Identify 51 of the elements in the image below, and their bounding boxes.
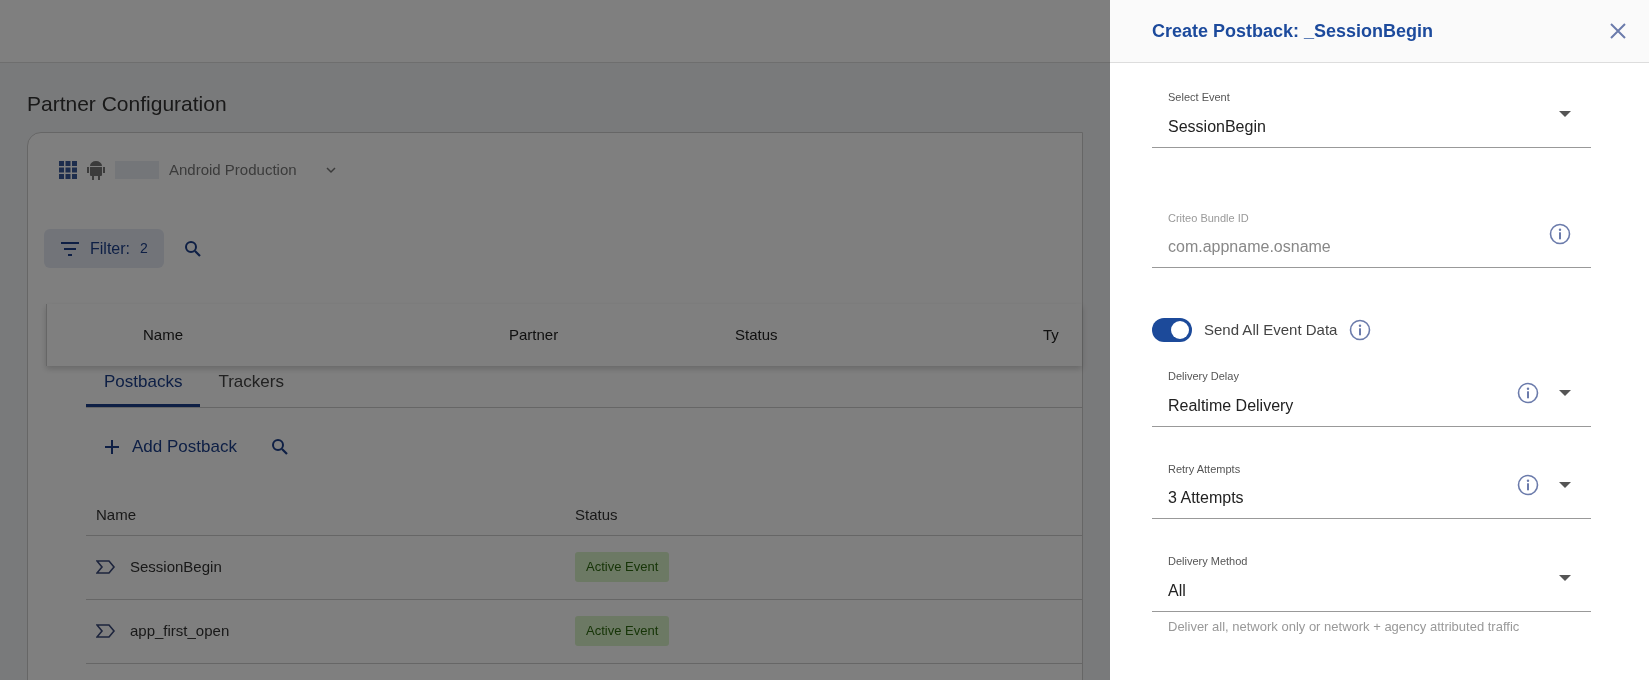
column-header: Ty	[1043, 324, 1059, 345]
info-icon[interactable]	[1549, 223, 1571, 246]
field-label: Retry Attempts	[1168, 461, 1242, 477]
column-header: Partner	[509, 324, 560, 345]
filter-icon	[60, 241, 80, 256]
info-icon[interactable]	[1517, 381, 1539, 404]
chevron-tag-icon	[96, 624, 116, 638]
field-label: Select Event	[1168, 90, 1231, 105]
search-icon[interactable]	[270, 437, 289, 456]
grid-icon[interactable]	[59, 160, 77, 179]
info-icon[interactable]	[1349, 319, 1372, 341]
toggle-switch[interactable]	[1152, 318, 1192, 342]
search-icon[interactable]	[183, 239, 202, 258]
input-field[interactable]: com.appname.osname	[1168, 235, 1549, 259]
toggle-label: Send All Event Data	[1204, 319, 1338, 340]
caret-icon	[1559, 389, 1571, 396]
page-title: Partner Configuration	[27, 91, 228, 117]
table-cell-text: SessionBegin	[130, 556, 222, 577]
field-value: All	[1168, 580, 1187, 601]
caret-icon	[1559, 110, 1571, 117]
android-icon	[87, 159, 105, 180]
tab[interactable]: Postbacks	[86, 368, 201, 407]
tab[interactable]: Trackers	[200, 368, 302, 407]
field-value: Realtime Delivery	[1168, 395, 1295, 416]
info-icon[interactable]	[1517, 474, 1539, 497]
column-header: Status	[575, 504, 618, 525]
field-label: Delivery Delay	[1168, 369, 1240, 384]
field-value: 3 Attempts	[1168, 488, 1245, 508]
caret-icon	[1559, 482, 1571, 489]
column-header: Name	[143, 324, 184, 345]
status-badge: Active Event	[575, 616, 670, 646]
add-postback-button[interactable]: Add Postback	[104, 434, 237, 460]
field-label: Delivery Method	[1168, 554, 1249, 569]
column-header: Name	[95, 504, 137, 525]
chevron-icon[interactable]	[324, 165, 337, 174]
select-field[interactable]: Retry Attempts 3 Attempts	[1152, 460, 1591, 519]
caret-icon	[1559, 574, 1571, 581]
select-field[interactable]: Delivery Method All	[1152, 553, 1591, 612]
chevron-tag-icon	[96, 560, 116, 574]
plus-icon	[104, 438, 120, 455]
select-field[interactable]: Delivery Delay Realtime Delivery	[1152, 368, 1591, 427]
filter-button[interactable]: Filter: 2	[44, 229, 164, 268]
app-name[interactable]: Android Production	[169, 158, 297, 181]
column-header: Status	[735, 324, 779, 345]
select-field[interactable]: Select Event SessionBegin	[1152, 89, 1591, 148]
field-label: Criteo Bundle ID	[1168, 210, 1250, 226]
table-cell-text: app_first_open	[130, 620, 230, 641]
field-value: SessionBegin	[1168, 116, 1267, 137]
status-badge: Active Event	[575, 552, 670, 582]
helper-text: Deliver all, network only or network + agency attributed traffic	[1167, 617, 1521, 636]
drawer-title: Create Postback: _SessionBegin	[1152, 19, 1434, 43]
